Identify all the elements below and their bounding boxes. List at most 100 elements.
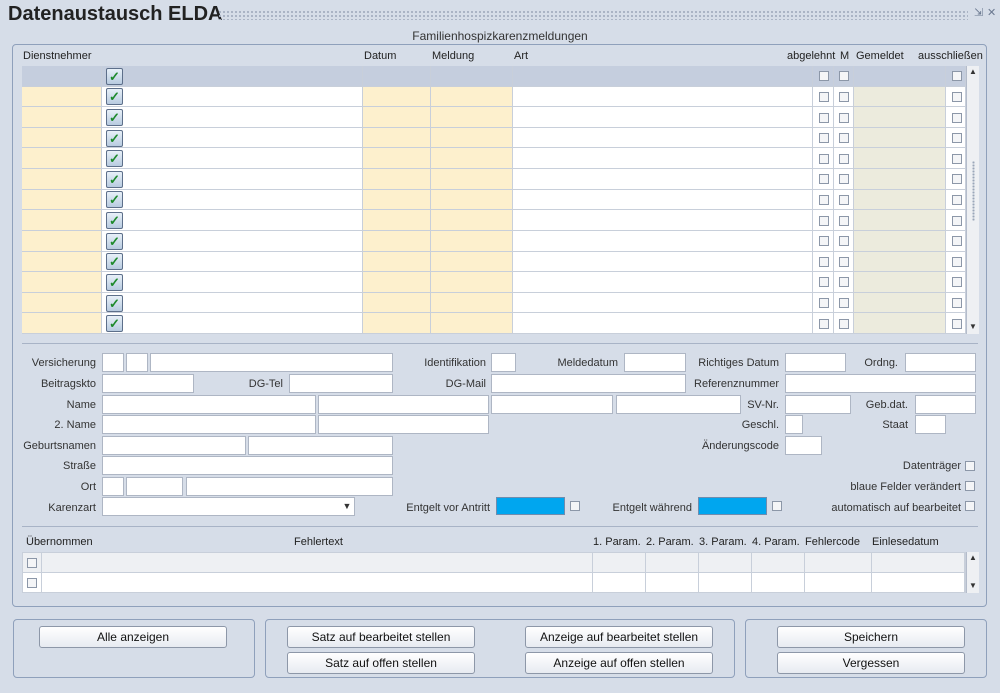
cell-art[interactable] [513,292,813,313]
scroll-up-icon[interactable]: ▲ [967,552,979,564]
abgelehnt-checkbox[interactable] [819,318,829,329]
error-cell[interactable] [646,573,699,592]
ausschliessen-checkbox[interactable] [952,298,962,309]
cell-art[interactable] [513,313,813,333]
cell-art[interactable] [513,169,813,189]
m-checkbox[interactable] [839,256,849,267]
table-row[interactable]: ✓ [22,230,966,252]
table-row[interactable]: ✓ [22,292,966,314]
table-row[interactable]: ✓ [22,127,966,149]
ausschliessen-checkbox[interactable] [952,174,962,185]
cell-dienstnehmer[interactable] [22,66,102,86]
m-checkbox[interactable] [839,112,849,123]
error-cell[interactable] [805,553,872,572]
m-checkbox[interactable] [839,133,849,144]
error-cell[interactable] [593,553,646,572]
cell-gemeldet[interactable] [854,272,946,292]
m-checkbox[interactable] [839,277,849,288]
cell-datum[interactable] [363,189,431,210]
abgelehnt-checkbox[interactable] [819,153,829,164]
abgelehnt-checkbox[interactable] [819,215,829,226]
error-cell[interactable] [42,573,593,592]
error-cell[interactable] [699,573,752,592]
m-checkbox[interactable] [839,194,849,205]
cell-datum[interactable] [363,127,431,148]
satz-bearbeitet-button[interactable]: Satz auf bearbeitet stellen [287,626,475,648]
cell-meldung[interactable] [431,107,513,127]
error-cell[interactable] [872,553,965,572]
cell-datum[interactable] [363,210,431,230]
m-checkbox[interactable] [839,71,849,82]
document-check-icon[interactable]: ✓ [106,170,123,188]
cell-dienstnehmer[interactable] [22,127,102,148]
error-grid-scrollbar[interactable]: ▲ ▼ [966,552,979,593]
cell-dienstnehmer[interactable] [22,86,102,107]
m-checkbox[interactable] [839,153,849,164]
error-row[interactable] [23,553,965,573]
uebernommen-checkbox[interactable] [27,578,37,588]
m-checkbox[interactable] [839,174,849,185]
cell-art[interactable] [513,86,813,107]
error-cell[interactable] [593,573,646,592]
cell-dienstnehmer-name[interactable] [102,210,363,230]
geschl-field[interactable] [785,415,803,434]
grid-scrollbar[interactable]: ▲ ▼ [966,66,979,334]
cell-gemeldet[interactable] [854,127,946,148]
name-field-3[interactable] [491,395,613,414]
name-field-2[interactable] [318,395,489,414]
cell-gemeldet[interactable] [854,210,946,230]
cell-datum[interactable] [363,148,431,169]
scroll-down-icon[interactable]: ▼ [967,580,979,592]
ausschliessen-checkbox[interactable] [952,133,962,144]
cell-datum[interactable] [363,251,431,272]
cell-art[interactable] [513,189,813,210]
cell-gemeldet[interactable] [854,292,946,313]
cell-dienstnehmer-name[interactable] [102,272,363,292]
table-row[interactable]: ✓ [22,66,966,87]
versicherung-field-2[interactable] [126,353,148,372]
document-check-icon[interactable]: ✓ [106,109,123,127]
table-row[interactable]: ✓ [22,251,966,273]
error-cell[interactable] [646,553,699,572]
geburtsnamen-field-2[interactable] [248,436,393,455]
entgelt-waehrend-checkbox[interactable] [772,501,782,511]
cell-dienstnehmer[interactable] [22,313,102,333]
cell-meldung[interactable] [431,272,513,292]
close-icon[interactable]: ✕ [987,6,996,19]
blaue-felder-checkbox[interactable] [965,481,975,491]
scroll-down-icon[interactable]: ▼ [967,321,979,333]
cell-meldung[interactable] [431,189,513,210]
error-cell[interactable] [752,573,805,592]
document-check-icon[interactable]: ✓ [106,315,123,333]
cell-art[interactable] [513,230,813,251]
entgelt-waehrend-field[interactable] [698,497,767,515]
ausschliessen-checkbox[interactable] [952,215,962,226]
cell-dienstnehmer[interactable] [22,148,102,169]
document-check-icon[interactable]: ✓ [106,88,123,106]
name-field-1[interactable] [102,395,316,414]
cell-gemeldet[interactable] [854,251,946,272]
cell-datum[interactable] [363,86,431,107]
speichern-button[interactable]: Speichern [777,626,965,648]
cell-gemeldet[interactable] [854,313,946,333]
aenderungscode-field[interactable] [785,436,822,455]
abgelehnt-checkbox[interactable] [819,112,829,123]
table-row[interactable]: ✓ [22,189,966,211]
resize-icon[interactable]: ⇲ [974,6,983,19]
table-row[interactable]: ✓ [22,107,966,128]
cell-art[interactable] [513,210,813,230]
abgelehnt-checkbox[interactable] [819,194,829,205]
ausschliessen-checkbox[interactable] [952,256,962,267]
cell-dienstnehmer-name[interactable] [102,107,363,127]
table-row[interactable]: ✓ [22,86,966,108]
ausschliessen-checkbox[interactable] [952,71,962,82]
m-checkbox[interactable] [839,318,849,329]
cell-meldung[interactable] [431,251,513,272]
error-cell[interactable] [805,573,872,592]
cell-datum[interactable] [363,292,431,313]
cell-dienstnehmer[interactable] [22,292,102,313]
cell-art[interactable] [513,66,813,86]
table-row[interactable]: ✓ [22,272,966,293]
entgelt-vor-field[interactable] [496,497,565,515]
cell-dienstnehmer[interactable] [22,169,102,189]
